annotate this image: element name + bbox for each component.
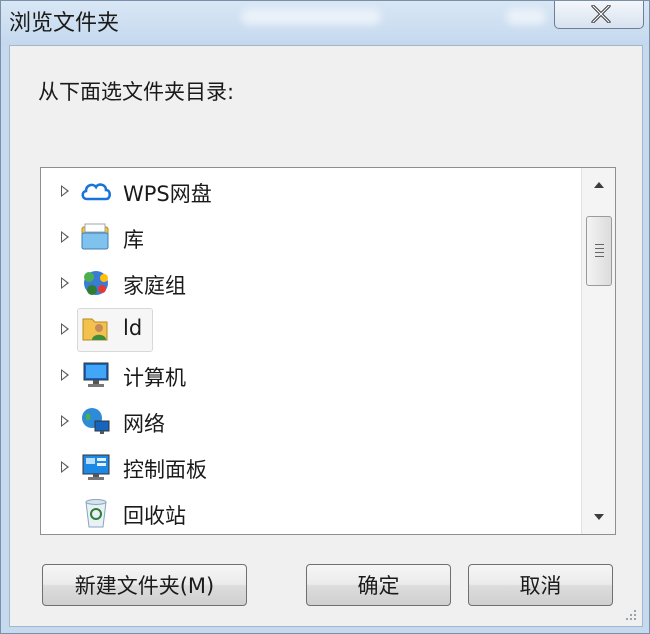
tree-item-user-ld[interactable]: ld <box>41 308 581 352</box>
window-title: 浏览文件夹 <box>9 11 120 36</box>
scroll-up-arrow-icon[interactable] <box>582 168 615 202</box>
homegroup-icon <box>79 267 113 299</box>
grip-line <box>595 244 604 245</box>
tree-item-label: 家庭组 <box>123 274 186 298</box>
cloud-icon <box>79 175 113 207</box>
scrollbar-thumb[interactable] <box>586 216 612 286</box>
tree-item-homegroup[interactable]: 家庭组 <box>41 264 581 304</box>
tree-item-control-panel[interactable]: 控制面板 <box>41 448 581 488</box>
tree-item-label: WPS网盘 <box>123 182 212 206</box>
recycle-bin-icon <box>79 497 113 529</box>
grip-line <box>595 256 604 257</box>
title-bar[interactable]: 浏览文件夹 <box>1 1 649 45</box>
close-icon <box>591 5 611 23</box>
cancel-button[interactable]: 取消 <box>468 564 613 606</box>
tree-item-label: 库 <box>123 228 144 252</box>
tree-item-label: 网络 <box>123 412 165 436</box>
tree-item-label: ld <box>123 316 143 340</box>
user-folder-icon <box>79 313 113 345</box>
dialog-prompt: 从下面选文件夹目录: <box>38 80 235 104</box>
expand-arrow-icon[interactable] <box>61 185 69 197</box>
tree-item-recycle-bin[interactable]: 回收站 <box>41 494 581 534</box>
title-bar-glare <box>506 9 546 25</box>
expand-arrow-icon[interactable] <box>61 415 69 427</box>
vertical-scrollbar[interactable] <box>581 168 615 534</box>
resize-grip-icon[interactable] <box>624 608 638 622</box>
ok-button[interactable]: 确定 <box>306 564 451 606</box>
tree-item-computer[interactable]: 计算机 <box>41 356 581 396</box>
library-icon <box>79 221 113 253</box>
tree-item-label: 计算机 <box>123 366 186 390</box>
network-icon <box>79 405 113 437</box>
tree-item-label: 控制面板 <box>123 458 207 482</box>
tree-item-network[interactable]: 网络 <box>41 402 581 442</box>
close-button[interactable] <box>554 1 644 29</box>
control-panel-icon <box>79 451 113 483</box>
grip-line <box>595 248 604 249</box>
new-folder-button[interactable]: 新建文件夹(M) <box>42 564 247 606</box>
tree-item-label: 回收站 <box>123 504 186 528</box>
browse-folder-dialog: 浏览文件夹 从下面选文件夹目录: WPS网盘 库 家庭组 ld 计算机 网络 控… <box>0 0 650 634</box>
expand-arrow-icon[interactable] <box>61 369 69 381</box>
expand-arrow-icon[interactable] <box>61 323 69 335</box>
expand-arrow-icon[interactable] <box>61 231 69 243</box>
scroll-down-arrow-icon[interactable] <box>582 500 615 534</box>
grip-line <box>595 252 604 253</box>
tree-item-library[interactable]: 库 <box>41 218 581 258</box>
expand-arrow-icon[interactable] <box>61 461 69 473</box>
computer-icon <box>79 359 113 391</box>
tree-item-wps-cloud[interactable]: WPS网盘 <box>41 172 581 212</box>
dialog-client-area: 从下面选文件夹目录: WPS网盘 库 家庭组 ld 计算机 网络 控制面板 回收… <box>9 45 643 627</box>
title-bar-glare <box>241 9 381 25</box>
expand-arrow-icon[interactable] <box>61 277 69 289</box>
folder-tree[interactable]: WPS网盘 库 家庭组 ld 计算机 网络 控制面板 回收站 <box>40 167 616 535</box>
